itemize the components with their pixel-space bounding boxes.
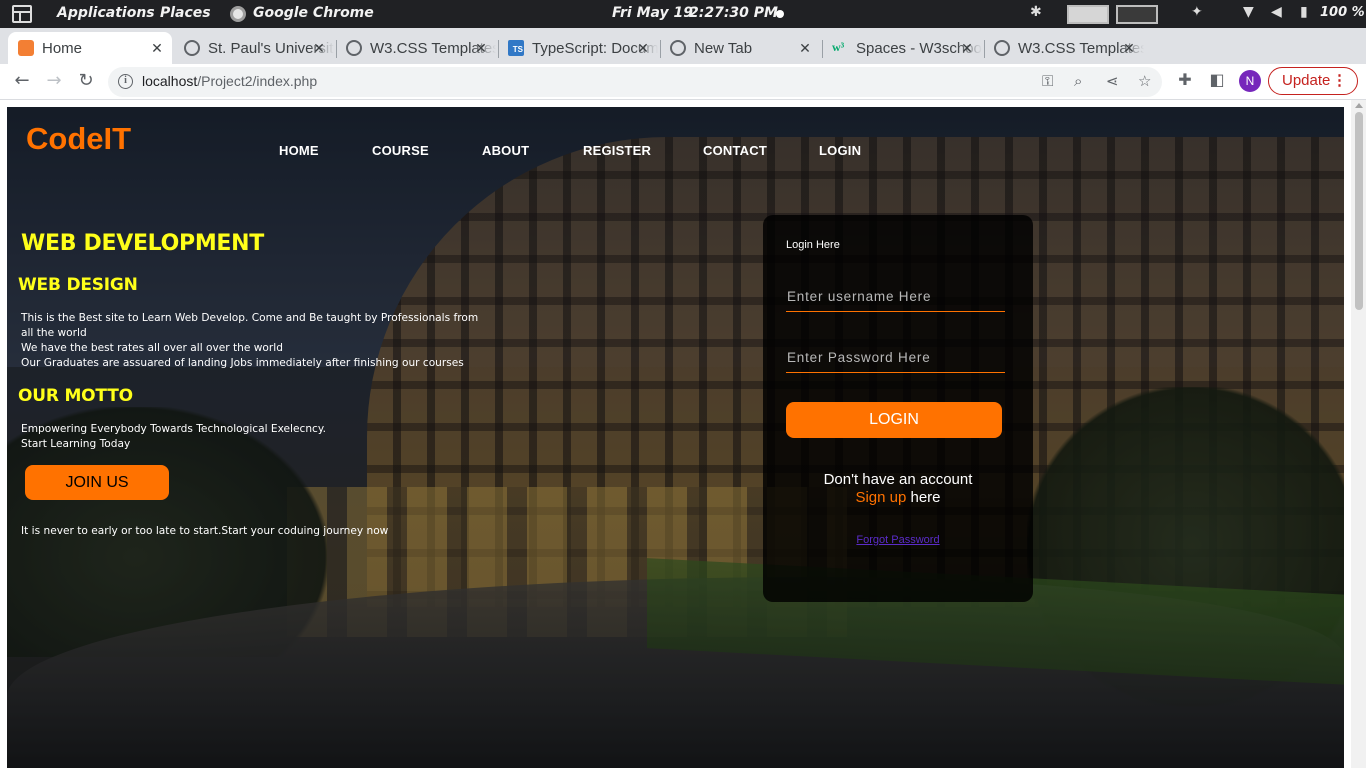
globe-icon (994, 40, 1010, 56)
bluetooth-icon[interactable]: ✱ (1030, 4, 1042, 20)
nav-about[interactable]: ABOUT (482, 143, 529, 158)
scrollbar-thumb[interactable] (1355, 112, 1363, 310)
browser-tabstrip: Home ✕ St. Paul's University ✕ W3.CSS Te… (0, 28, 1366, 85)
system-top-panel: Applications Places Google Chrome Fri Ma… (0, 0, 1366, 28)
key-icon[interactable]: ⚿ (1042, 72, 1053, 90)
join-us-button[interactable]: JOIN US (25, 465, 169, 500)
clock-date[interactable]: Fri May 19 (612, 5, 693, 21)
address-bar[interactable]: i localhost/Project2/index.php ⚿ ⌕ ⋖ ☆ (108, 67, 1162, 97)
intro-line-3: We have the best rates all over all over… (21, 342, 283, 354)
more-menu-icon: ⋮ (1332, 72, 1347, 89)
intro-line-2: all the world (21, 327, 87, 339)
tab-home[interactable]: Home ✕ (8, 32, 172, 64)
signup-link[interactable]: Sign up (855, 489, 906, 506)
close-tab-icon[interactable]: ✕ (958, 39, 976, 57)
browser-toolbar: ← → ↻ i localhost/Project2/index.php ⚿ ⌕… (0, 64, 1366, 100)
page-scrollbar[interactable] (1351, 100, 1366, 768)
close-tab-icon[interactable]: ✕ (634, 39, 652, 57)
intro-line-4: Our Graduates are assuared of landing Jo… (21, 357, 464, 369)
close-tab-icon[interactable]: ✕ (310, 39, 328, 57)
username-field[interactable] (786, 282, 1005, 312)
workspace-1[interactable] (1067, 5, 1109, 24)
signup-prompt: Don't have an account Sign up here (763, 471, 1033, 507)
battery-percent: 100 % (1320, 5, 1365, 20)
intro-line-1: This is the Best site to Learn Web Devel… (21, 312, 479, 324)
zoom-icon[interactable]: ⌕ (1074, 72, 1082, 90)
tagline: It is never to early or too late to star… (21, 525, 389, 537)
places-menu[interactable]: Places (160, 5, 211, 21)
no-account-text: Don't have an account (823, 471, 973, 488)
tab-w3css-1[interactable]: W3.CSS Templates ✕ (336, 32, 496, 64)
scroll-up-icon (1355, 103, 1363, 108)
applications-menu-icon[interactable] (12, 5, 32, 23)
forgot-password-link[interactable]: Forgot Password (763, 534, 1033, 546)
hero-section: CodeIT HOME COURSE ABOUT REGISTER CONTAC… (7, 107, 1344, 768)
signup-suffix: here (906, 489, 941, 506)
battery-icon[interactable]: ▮ (1300, 4, 1308, 20)
chrome-icon (670, 40, 686, 56)
close-tab-icon[interactable]: ✕ (148, 39, 166, 57)
hero-heading: WEB DEVELOPMENT (21, 231, 264, 256)
site-logo[interactable]: CodeIT (26, 121, 131, 157)
tab-typescript[interactable]: TS TypeScript: Documentation ✕ (498, 32, 658, 64)
tab-st-pauls[interactable]: St. Paul's University ✕ (174, 32, 334, 64)
side-panel-icon[interactable]: ◧ (1205, 70, 1229, 89)
motto-line-2: Start Learning Today (21, 438, 131, 450)
update-button[interactable]: Update ⋮ (1268, 67, 1358, 95)
site-info-icon[interactable]: i (118, 74, 133, 89)
password-field[interactable] (786, 343, 1005, 373)
typescript-icon: TS (508, 40, 524, 56)
workspace-2[interactable] (1116, 5, 1158, 24)
reload-icon[interactable]: ↻ (74, 70, 98, 91)
volume-icon[interactable]: ◀ (1271, 4, 1282, 20)
nav-home[interactable]: HOME (279, 143, 319, 158)
bookmark-star-icon[interactable]: ☆ (1138, 72, 1151, 90)
nav-register[interactable]: REGISTER (583, 143, 651, 158)
profile-avatar[interactable]: N (1239, 70, 1261, 92)
globe-icon (184, 40, 200, 56)
login-title: Login Here (786, 239, 840, 251)
accessibility-icon[interactable]: ✦ (1191, 4, 1203, 20)
url-text[interactable]: localhost/Project2/index.php (142, 73, 317, 89)
wifi-icon[interactable]: ▼ (1243, 4, 1254, 20)
active-app-label[interactable]: Google Chrome (253, 5, 374, 21)
motto-heading: OUR MOTTO (18, 386, 133, 406)
motto-line-1: Empowering Everybody Towards Technologic… (21, 423, 327, 435)
applications-menu[interactable]: Applications (57, 5, 155, 21)
xampp-icon (18, 40, 34, 56)
nav-contact[interactable]: CONTACT (703, 143, 767, 158)
forward-icon[interactable]: → (42, 70, 66, 91)
tab-new-tab[interactable]: New Tab ✕ (660, 32, 820, 64)
close-tab-icon[interactable]: ✕ (1120, 39, 1138, 57)
chrome-icon (230, 6, 246, 22)
close-tab-icon[interactable]: ✕ (472, 39, 490, 57)
web-design-heading: WEB DESIGN (18, 275, 138, 295)
tab-w3css-2[interactable]: W3.CSS Templates ✕ (984, 32, 1144, 64)
globe-icon (346, 40, 362, 56)
back-icon[interactable]: ← (10, 70, 34, 91)
close-tab-icon[interactable]: ✕ (796, 39, 814, 57)
nav-login[interactable]: LOGIN (819, 143, 861, 158)
nav-course[interactable]: COURSE (372, 143, 429, 158)
notification-dot-icon (776, 10, 784, 18)
w3schools-icon: w³ (832, 40, 845, 54)
clock-time[interactable]: 2:27:30 PM (689, 5, 778, 21)
page-viewport: CodeIT HOME COURSE ABOUT REGISTER CONTAC… (0, 100, 1366, 768)
tab-spaces[interactable]: w³ Spaces - W3schools ✕ (822, 32, 982, 64)
login-card: Login Here LOGIN Don't have an account S… (763, 215, 1033, 602)
login-button[interactable]: LOGIN (786, 402, 1002, 438)
share-icon[interactable]: ⋖ (1106, 72, 1119, 90)
extensions-icon[interactable]: ✚ (1173, 70, 1197, 89)
username-input[interactable] (786, 282, 1005, 311)
password-input[interactable] (786, 343, 1005, 372)
